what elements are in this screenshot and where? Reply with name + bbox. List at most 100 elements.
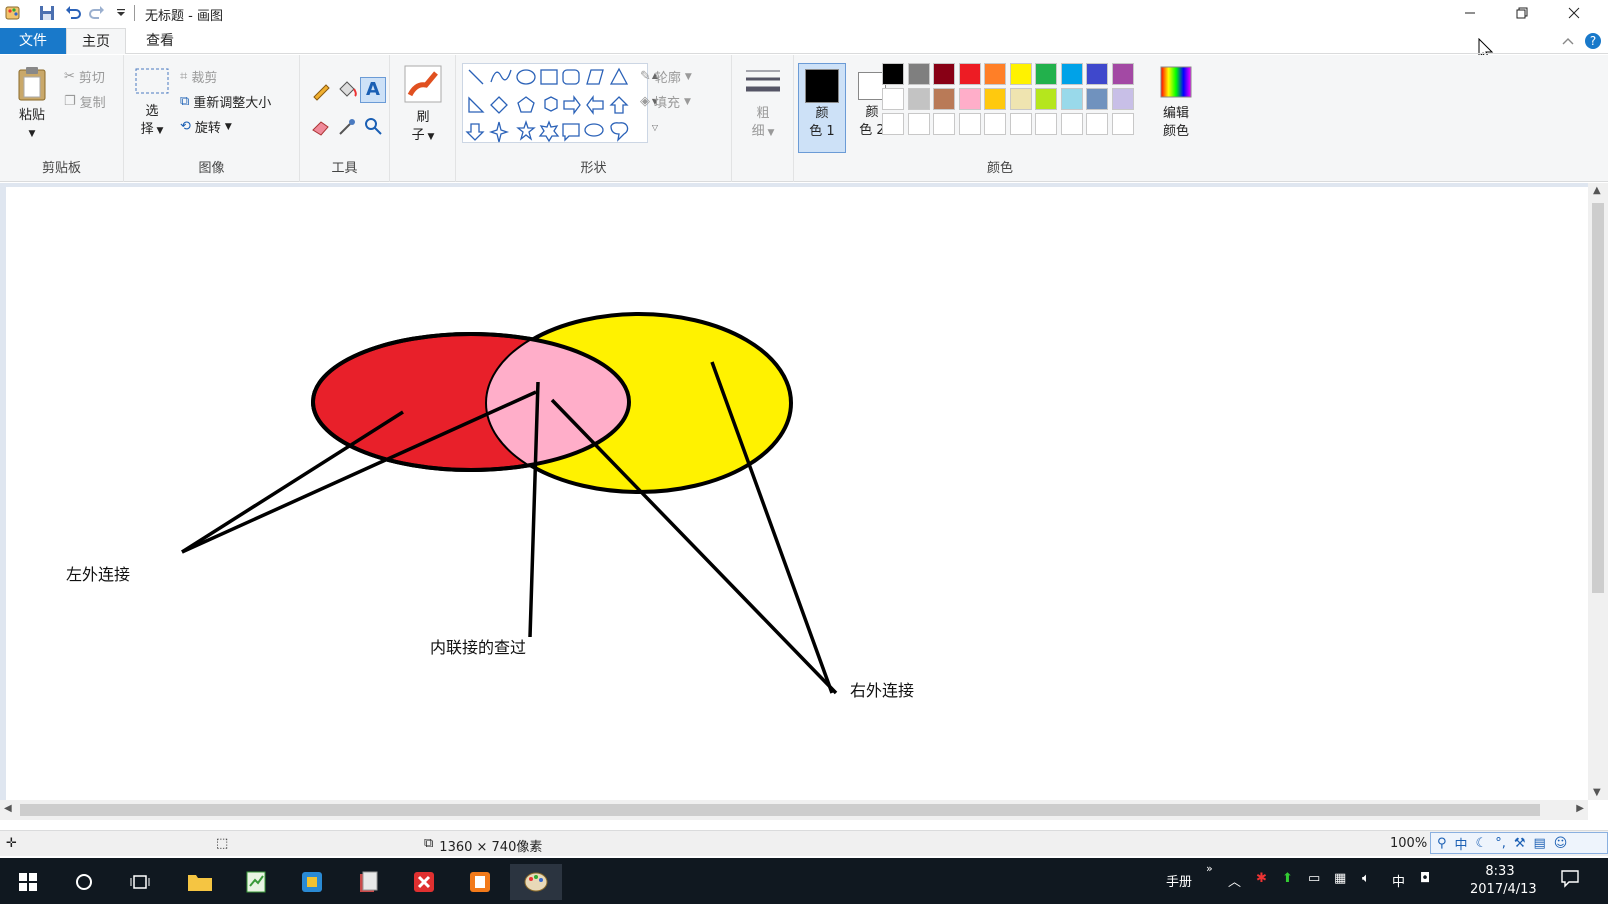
palette-swatch[interactable]: [1009, 113, 1032, 135]
paste-button[interactable]: 粘贴 ▼: [10, 65, 54, 143]
ime-tray-icon[interactable]: ◘: [1420, 871, 1430, 886]
close-button[interactable]: [1548, 0, 1600, 26]
palette-swatch[interactable]: [984, 63, 1006, 85]
palette-swatch[interactable]: [907, 88, 930, 110]
palette-swatch[interactable]: [1035, 63, 1057, 85]
text-tool-icon[interactable]: A: [360, 77, 386, 103]
tab-file[interactable]: 文件: [0, 28, 66, 54]
ime-toolbar[interactable]: ⚲ 中 ☾ °, ⚒ ▤ ☺: [1430, 832, 1608, 854]
cut-button[interactable]: ✂ 剪切: [64, 67, 105, 86]
tray-expand-icon[interactable]: »: [1206, 862, 1213, 875]
scroll-up-icon[interactable]: ▲: [1593, 185, 1601, 196]
start-button[interactable]: [2, 864, 54, 900]
palette-swatch[interactable]: [882, 88, 904, 110]
color1-button[interactable]: 颜 色 1: [798, 63, 846, 153]
redo-icon[interactable]: [88, 4, 106, 22]
magnifier-icon[interactable]: [362, 115, 384, 137]
ime-mode[interactable]: 中: [1455, 834, 1468, 853]
vertical-scrollbar[interactable]: ▲ ▼: [1588, 183, 1608, 800]
palette-swatch[interactable]: [1035, 113, 1057, 135]
outline-button[interactable]: ✎ 轮廓 ▼: [640, 67, 692, 86]
ime-moon-icon[interactable]: ☾: [1476, 836, 1488, 851]
palette-swatch[interactable]: [1086, 113, 1108, 135]
palette-swatch[interactable]: [984, 88, 1006, 110]
restore-button[interactable]: [1496, 0, 1548, 26]
shapes-gallery-icons[interactable]: [463, 64, 649, 144]
network-icon[interactable]: ▦: [1334, 871, 1346, 886]
palette-swatch[interactable]: [1111, 63, 1134, 85]
fill-button[interactable]: ◈ 填充 ▼: [640, 92, 691, 111]
taskbar-xmind[interactable]: [398, 864, 450, 900]
palette-swatch[interactable]: [933, 63, 955, 85]
ime-tools-icon[interactable]: ⚒: [1514, 836, 1526, 851]
palette-swatch[interactable]: [1009, 63, 1032, 85]
tab-view[interactable]: 查看: [130, 28, 190, 54]
palette-swatch[interactable]: [958, 113, 981, 135]
taskbar-app-stack[interactable]: [342, 864, 394, 900]
collapse-ribbon-icon[interactable]: [1562, 36, 1574, 46]
scroll-left-icon[interactable]: ◀: [4, 803, 12, 814]
size-button[interactable]: 粗 细 ▼: [742, 65, 784, 142]
vertical-scroll-thumb[interactable]: [1592, 203, 1604, 593]
palette-swatch[interactable]: [1009, 88, 1032, 110]
palette-swatch[interactable]: [933, 113, 955, 135]
rotate-button[interactable]: ⟲ 旋转 ▼: [180, 117, 232, 136]
palette-swatch[interactable]: [882, 113, 904, 135]
minimize-button[interactable]: [1444, 0, 1496, 26]
help-icon[interactable]: ?: [1584, 32, 1602, 50]
show-hidden-icons[interactable]: ︿: [1228, 871, 1241, 890]
brushes-button[interactable]: 刷 子 ▼: [402, 65, 444, 146]
action-center-icon[interactable]: [1560, 868, 1580, 892]
taskbar-app-blue[interactable]: [286, 864, 338, 900]
palette-swatch[interactable]: [958, 88, 981, 110]
palette-swatch[interactable]: [907, 63, 930, 85]
select-button[interactable]: 选 择 ▼: [132, 65, 172, 140]
crop-button[interactable]: ⌗ 裁剪: [180, 67, 217, 86]
palette-swatch[interactable]: [958, 63, 981, 85]
volume-icon[interactable]: 🔈︎: [1362, 871, 1370, 886]
taskbar-app-green[interactable]: [230, 864, 282, 900]
palette-swatch[interactable]: [984, 113, 1006, 135]
task-view-button[interactable]: [114, 864, 166, 900]
horizontal-scroll-thumb[interactable]: [20, 804, 1540, 816]
taskbar-paint[interactable]: [510, 864, 562, 900]
edit-colors-button[interactable]: 编辑 颜色: [1154, 65, 1198, 141]
palette-swatch[interactable]: [1111, 88, 1134, 110]
cortana-button[interactable]: [58, 864, 110, 900]
tray-app-green-icon[interactable]: ⬆: [1282, 871, 1293, 886]
palette-swatch[interactable]: [882, 63, 904, 85]
palette-swatch[interactable]: [1060, 88, 1083, 110]
ime-punct-icon[interactable]: °,: [1495, 836, 1506, 851]
clock[interactable]: 8:33 2017/4/13: [1470, 863, 1537, 899]
palette-swatch[interactable]: [1086, 88, 1108, 110]
input-language[interactable]: 中: [1392, 871, 1405, 890]
eraser-icon[interactable]: [310, 115, 332, 137]
customize-toolbar-icon[interactable]: [112, 4, 130, 22]
resize-button[interactable]: ⧉ 重新调整大小: [180, 92, 271, 111]
drawing-canvas[interactable]: 左外连接 内联接的查过 右外连接: [6, 187, 1588, 800]
palette-swatch[interactable]: [1060, 113, 1083, 135]
tray-app-red-icon[interactable]: ✱: [1256, 871, 1267, 886]
palette-swatch[interactable]: [933, 88, 955, 110]
undo-icon[interactable]: [64, 4, 82, 22]
ime-search-icon[interactable]: ⚲: [1437, 836, 1447, 851]
tab-home[interactable]: 主页: [66, 28, 126, 54]
horizontal-scrollbar[interactable]: ◀ ▶: [0, 800, 1588, 820]
ime-clipboard-icon[interactable]: ▤: [1534, 836, 1546, 851]
tray-text[interactable]: 手册: [1166, 871, 1192, 890]
palette-swatch[interactable]: [1060, 63, 1083, 85]
tray-battery-icon[interactable]: ▭: [1308, 871, 1320, 886]
color-picker-icon[interactable]: [336, 115, 358, 137]
fill-bucket-icon[interactable]: [336, 79, 358, 101]
copy-button[interactable]: ❐ 复制: [64, 92, 106, 111]
ime-smile-icon[interactable]: ☺: [1554, 836, 1568, 851]
palette-swatch[interactable]: [1086, 63, 1108, 85]
palette-swatch[interactable]: [907, 113, 930, 135]
taskbar-app-orange[interactable]: [454, 864, 506, 900]
scroll-right-icon[interactable]: ▶: [1576, 803, 1584, 814]
palette-swatch[interactable]: [1111, 113, 1134, 135]
scroll-down-icon[interactable]: ▼: [1593, 787, 1601, 798]
save-icon[interactable]: [38, 4, 56, 22]
taskbar-file-explorer[interactable]: [174, 864, 226, 900]
pencil-icon[interactable]: [310, 79, 332, 101]
